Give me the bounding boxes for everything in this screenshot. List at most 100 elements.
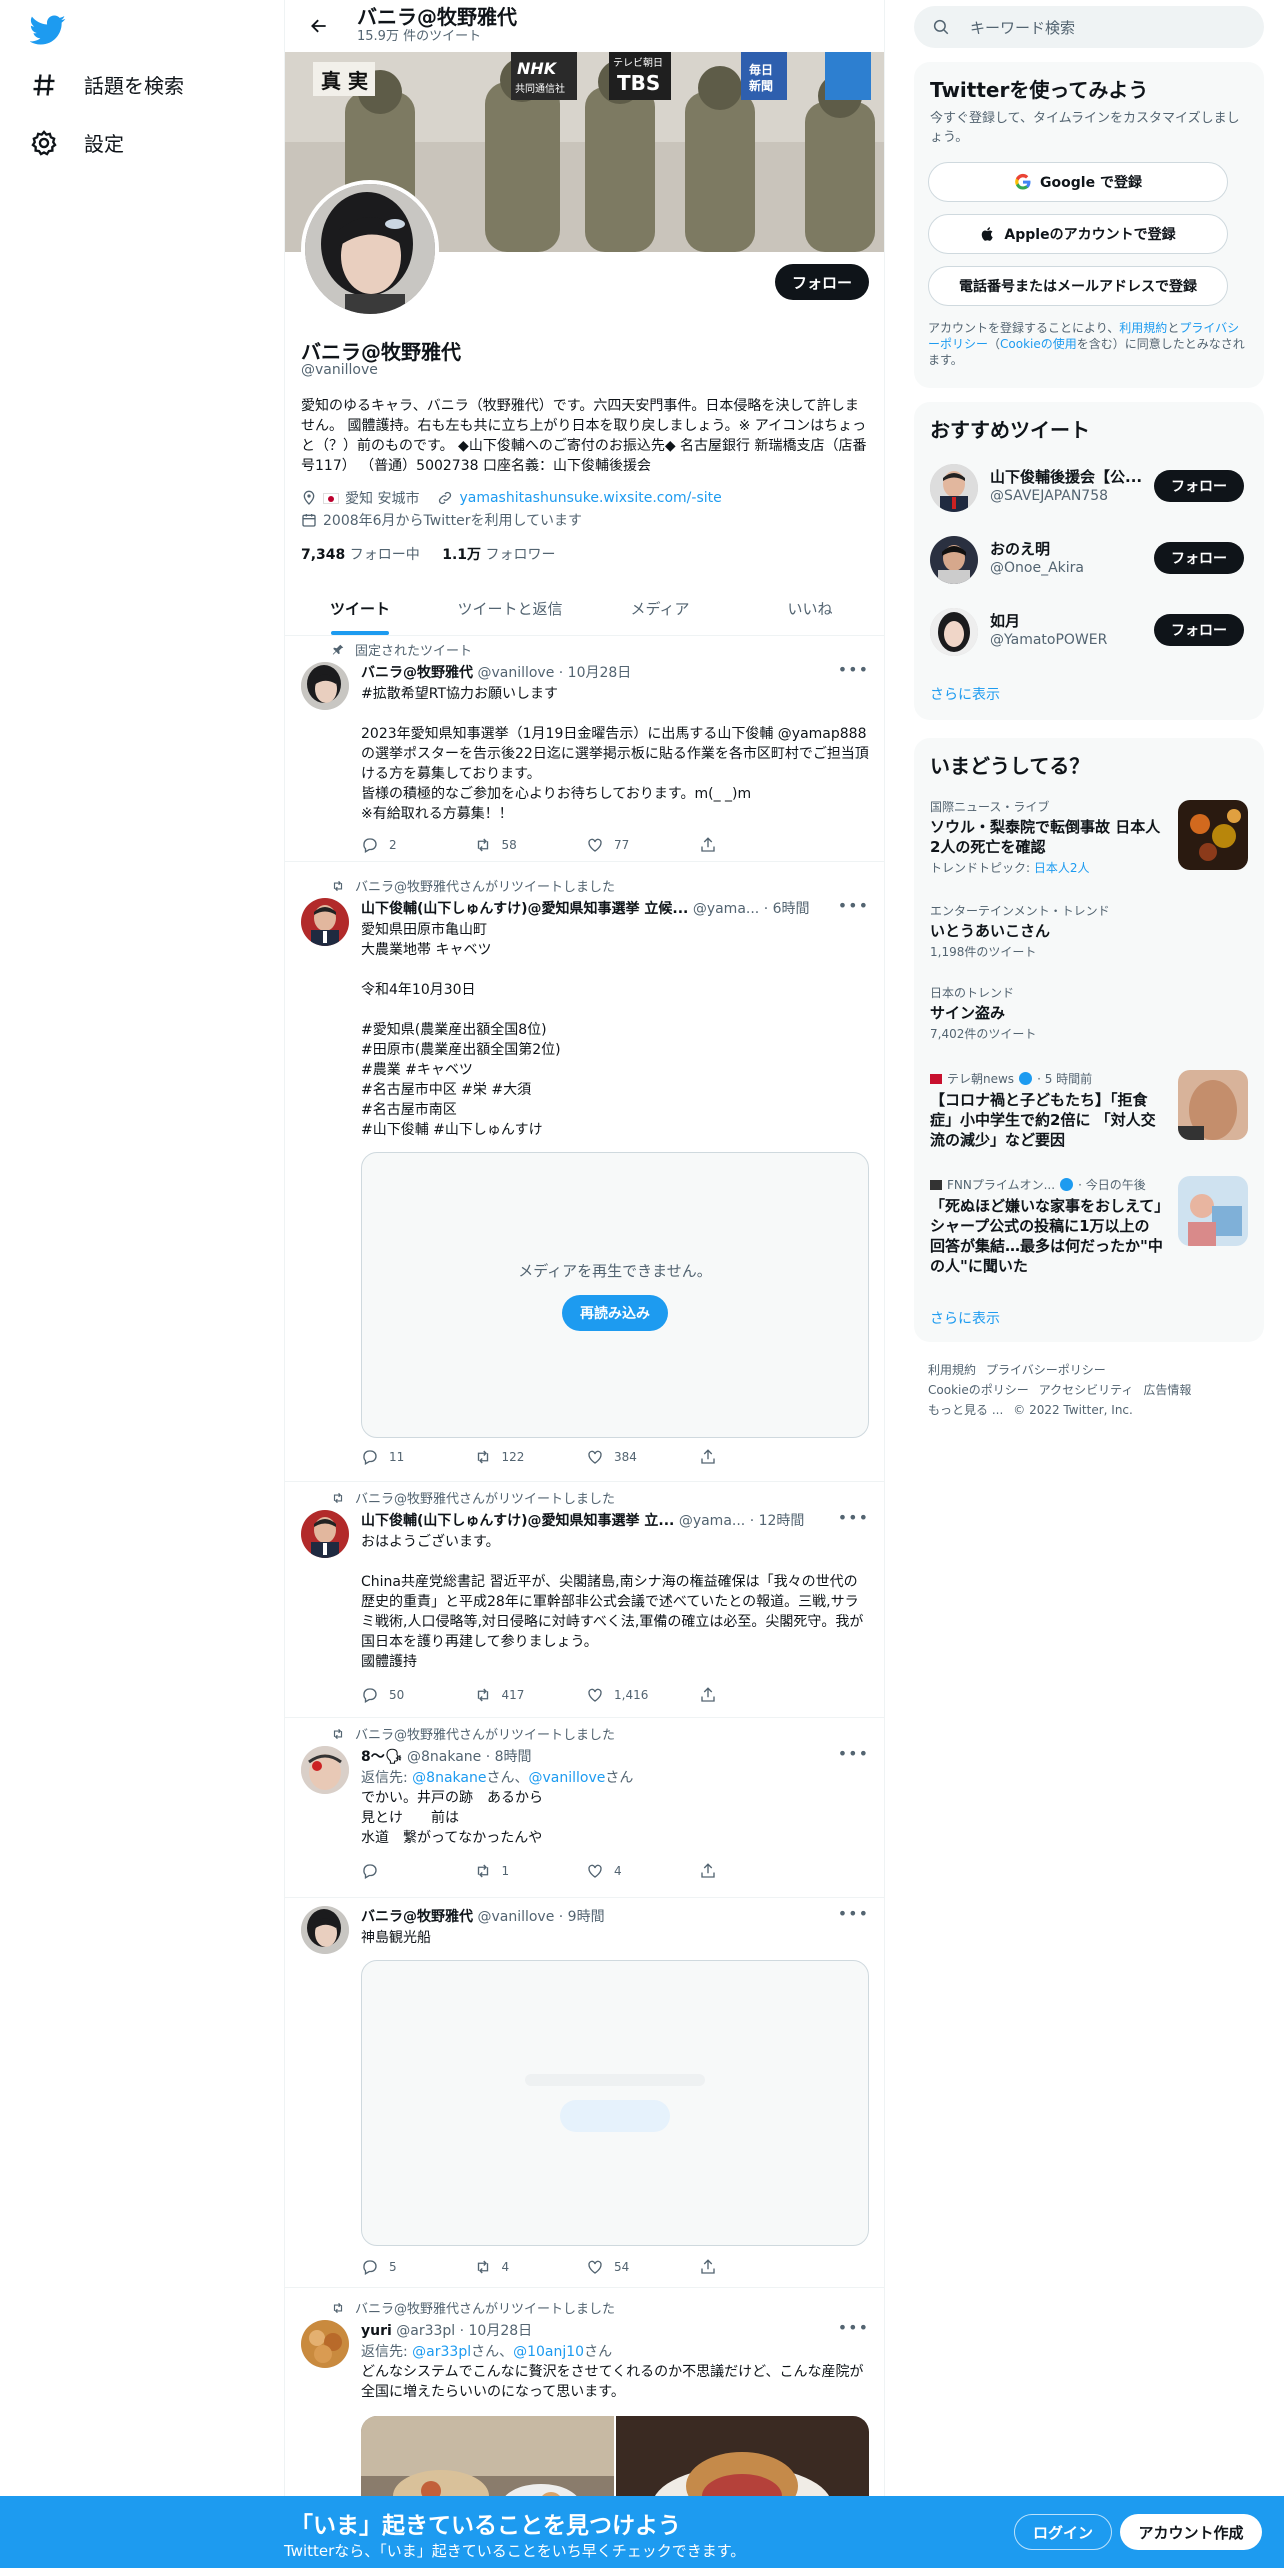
reply-button[interactable]: 50 (361, 1686, 474, 1704)
reply-button[interactable]: 5 (361, 2258, 474, 2276)
reply-to-link[interactable]: @ar33pl (412, 2344, 471, 2360)
nav-settings[interactable]: 設定 (30, 128, 124, 157)
follow-button[interactable]: フォロー (1154, 542, 1244, 574)
reply-to-link[interactable]: @vanillove (528, 1770, 605, 1786)
show-more-link[interactable]: さらに表示 (930, 1308, 1000, 1328)
tweet-author-name[interactable]: 山下俊輔(山下しゅんすけ)@愛知県知事選挙 立候... (361, 901, 688, 917)
followers-link[interactable]: 1.1万 フォロワー (442, 547, 555, 563)
banner-text-shinbun: 新聞 (749, 78, 773, 93)
tweet-avatar[interactable] (301, 662, 349, 710)
tweet-pinned[interactable]: 固定されたツイート バニラ@牧野雅代 @vanillove · 10月28日 •… (285, 636, 884, 862)
tweet-avatar[interactable] (301, 1746, 349, 1794)
retweet-button[interactable]: 122 (474, 1448, 587, 1466)
tweet-retweet-2[interactable]: バニラ@牧野雅代さんがリツイートしました 山下俊輔(山下しゅんすけ)@愛知県知事… (285, 1482, 884, 1718)
trend-item[interactable]: 日本のトレンド サイン盗み 7,402件のツイート (930, 984, 1248, 1042)
news-item[interactable]: FNNプライムオン... · 今日の午後 「死ぬほど嫌いな家事をおしえて」シャー… (930, 1176, 1248, 1276)
reply-button[interactable] (361, 1862, 474, 1880)
twitter-logo-icon[interactable] (30, 12, 66, 48)
avatar[interactable] (930, 608, 978, 656)
more-icon[interactable]: ••• (838, 660, 869, 679)
link-icon (439, 491, 452, 505)
tab-media[interactable]: メディア (585, 582, 735, 635)
more-icon[interactable]: ••• (838, 1508, 869, 1527)
trend-topic-link[interactable]: 日本人2人 (1034, 861, 1090, 875)
tweet-author-name[interactable]: 山下俊輔(山下しゅんすけ)@愛知県知事選挙 立... (361, 1513, 674, 1529)
share-button[interactable] (699, 1686, 812, 1704)
like-button[interactable]: 54 (586, 2258, 699, 2276)
news-item[interactable]: テレ朝news · 5 時間前 【コロナ禍と子どもたち】「拒食症」小中学生で約2… (930, 1070, 1248, 1150)
tweet-author-name[interactable]: 8〜🗣 (361, 1749, 403, 1765)
apple-signup-button[interactable]: Appleのアカウントで登録 (928, 214, 1228, 254)
reply-button[interactable]: 11 (361, 1448, 474, 1466)
share-button[interactable] (699, 836, 812, 854)
share-button[interactable] (699, 2258, 812, 2276)
tweet-avatar[interactable] (301, 1510, 349, 1558)
more-icon[interactable]: ••• (838, 896, 869, 915)
share-button[interactable] (699, 1862, 812, 1880)
tweet-author-name[interactable]: バニラ@牧野雅代 (361, 665, 473, 681)
reply-to-link[interactable]: @8nakane (412, 1770, 486, 1786)
tweet-avatar[interactable] (301, 898, 349, 946)
terms-link[interactable]: 利用規約 (1119, 321, 1167, 335)
recommended-user[interactable]: おのえ明 @Onoe_Akira フォロー (930, 530, 1248, 590)
footer-link[interactable]: 広告情報 (1143, 1383, 1191, 1397)
nav-explore[interactable]: 話題を検索 (30, 70, 184, 99)
footer-link[interactable]: Cookieのポリシー (928, 1383, 1029, 1397)
reply-button[interactable]: 2 (361, 836, 474, 854)
more-icon[interactable]: ••• (838, 1904, 869, 1923)
profile-location: 愛知 安城市 (345, 491, 420, 507)
retweet-button[interactable]: 417 (474, 1686, 587, 1704)
reload-button[interactable]: 再読み込み (562, 1294, 668, 1331)
tab-tweets[interactable]: ツイート (285, 582, 435, 635)
trend-item[interactable]: エンターテインメント・トレンド いとうあいこさん 1,198件のツイート (930, 902, 1248, 960)
footer-link[interactable]: プライバシーポリシー (986, 1363, 1106, 1377)
tweet-avatar[interactable] (301, 2320, 349, 2368)
tweet-header: 山下俊輔(山下しゅんすけ)@愛知県知事選挙 立... @yama... · 12… (361, 1510, 831, 1530)
create-account-button[interactable]: アカウント作成 (1120, 2514, 1262, 2550)
phone-signup-button[interactable]: 電話番号またはメールアドレスで登録 (928, 266, 1228, 306)
like-button[interactable]: 384 (586, 1448, 699, 1466)
tab-likes[interactable]: いいね (735, 582, 884, 635)
tweet-retweet-1[interactable]: バニラ@牧野雅代さんがリツイートしました 山下俊輔(山下しゅんすけ)@愛知県知事… (285, 862, 884, 1482)
share-button[interactable] (699, 1448, 812, 1466)
follow-button[interactable]: フォロー (1154, 470, 1244, 502)
search-input[interactable]: キーワード検索 (914, 6, 1264, 48)
retweet-button[interactable]: 1 (474, 1862, 587, 1880)
tweet-avatar[interactable] (301, 1906, 349, 1954)
avatar[interactable] (930, 536, 978, 584)
like-count: 1,416 (614, 1688, 649, 1702)
back-button[interactable] (301, 8, 337, 44)
tweet-retweet-3[interactable]: バニラ@牧野雅代さんがリツイートしました 8〜🗣 @8nakane · 8時間 … (285, 1718, 884, 1898)
footer-links: 利用規約 プライバシーポリシー Cookieのポリシー アクセシビリティ 広告情報 も… (928, 1360, 1250, 1420)
show-more-link[interactable]: さらに表示 (930, 684, 1000, 704)
footer-link[interactable]: もっと見る ... (928, 1403, 1003, 1417)
follow-button[interactable]: フォロー (1154, 614, 1244, 646)
like-button[interactable]: 4 (586, 1862, 699, 1880)
avatar-image (305, 184, 435, 314)
retweet-button[interactable]: 4 (474, 2258, 587, 2276)
recommended-user[interactable]: 如月 @YamatoPOWER フォロー (930, 602, 1248, 662)
trend-item[interactable]: 国際ニュース・ライブ ソウル・梨泰院で転倒事故 日本人2人の死亡を確認 トレンド… (930, 798, 1248, 876)
follow-button[interactable]: フォロー (775, 264, 869, 300)
footer-link[interactable]: アクセシビリティ (1039, 1383, 1134, 1397)
profile-website-link[interactable]: yamashitashunsuke.wixsite.com/-site (459, 490, 721, 506)
tweet-author-name[interactable]: バニラ@牧野雅代 (361, 1909, 473, 1925)
reply-to-link[interactable]: @10anj10 (513, 2344, 584, 2360)
profile-avatar[interactable] (301, 180, 439, 318)
recommended-user[interactable]: 山下俊輔後援会【公... @SAVEJAPAN758 フォロー (930, 458, 1248, 518)
tab-tweets-replies[interactable]: ツイートと返信 (435, 582, 585, 635)
tweet-author-name[interactable]: yuri (361, 2323, 392, 2339)
footer-link[interactable]: 利用規約 (928, 1363, 976, 1377)
tweet-own[interactable]: バニラ@牧野雅代 @vanillove · 9時間 ••• 神島観光船 5 4 … (285, 1898, 884, 2288)
google-signup-button[interactable]: Google で登録 (928, 162, 1228, 202)
left-nav: 話題を検索 設定 (0, 0, 284, 2568)
more-icon[interactable]: ••• (838, 2318, 869, 2337)
login-button[interactable]: ログイン (1014, 2514, 1112, 2550)
like-button[interactable]: 1,416 (586, 1686, 699, 1704)
retweet-button[interactable]: 58 (474, 836, 587, 854)
cookie-link[interactable]: Cookieの使用 (1000, 337, 1077, 351)
more-icon[interactable]: ••• (838, 1744, 869, 1763)
following-link[interactable]: 7,348 フォロー中 (301, 547, 420, 563)
like-button[interactable]: 77 (586, 836, 699, 854)
avatar[interactable] (930, 464, 978, 512)
